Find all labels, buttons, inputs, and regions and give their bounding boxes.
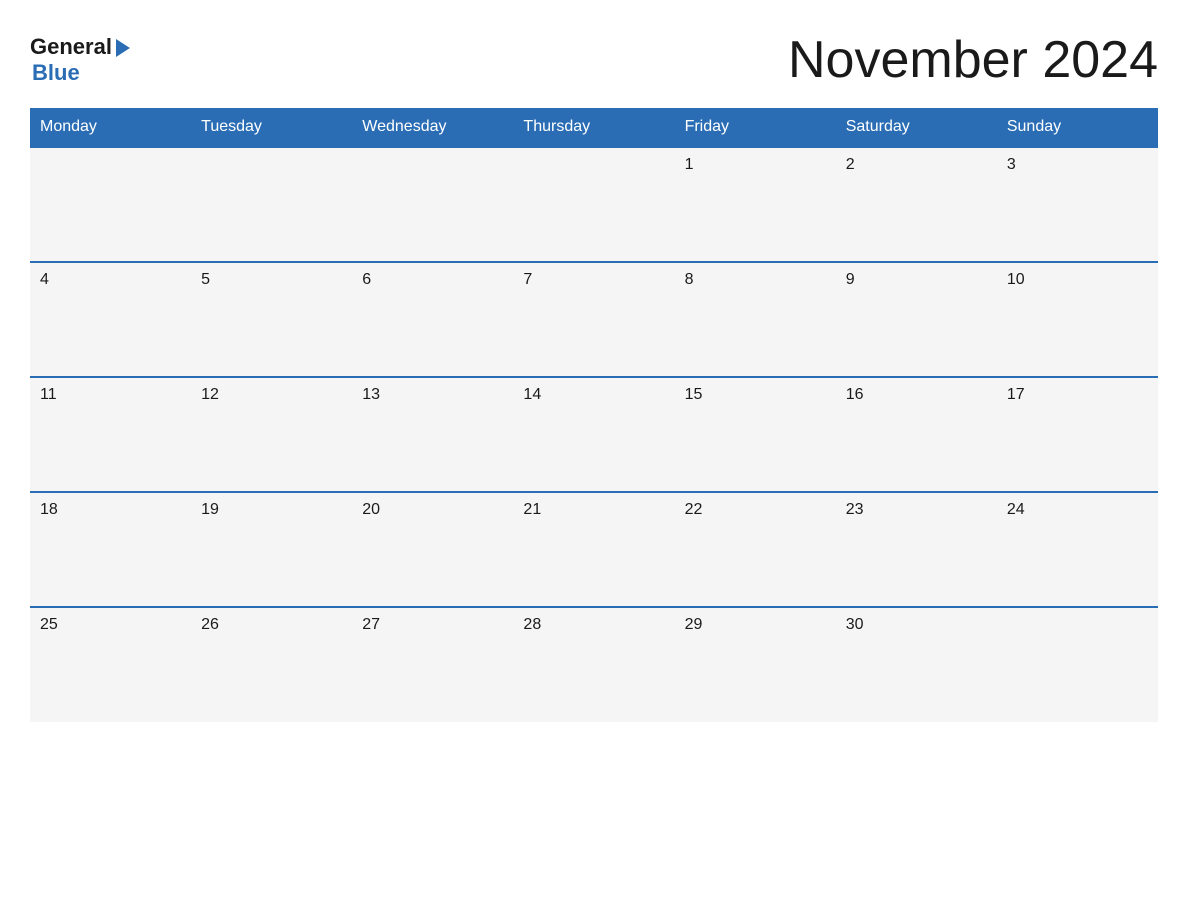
week-row-5: 25 26 27 28 29 30 — [30, 607, 1158, 722]
day-cell — [191, 147, 352, 262]
day-cell: 17 — [997, 377, 1158, 492]
day-number: 19 — [201, 501, 342, 519]
day-cell: 27 — [352, 607, 513, 722]
day-number: 11 — [40, 386, 181, 404]
logo-general-text: General — [30, 34, 112, 60]
day-cell: 3 — [997, 147, 1158, 262]
day-number: 7 — [523, 271, 664, 289]
day-cell: 11 — [30, 377, 191, 492]
day-cell: 4 — [30, 262, 191, 377]
day-cell: 15 — [675, 377, 836, 492]
day-number: 16 — [846, 386, 987, 404]
day-cell: 29 — [675, 607, 836, 722]
day-cell: 2 — [836, 147, 997, 262]
day-number: 26 — [201, 616, 342, 634]
day-number: 2 — [846, 156, 987, 174]
day-cell: 25 — [30, 607, 191, 722]
day-number: 15 — [685, 386, 826, 404]
day-cell: 18 — [30, 492, 191, 607]
day-number: 10 — [1007, 271, 1148, 289]
day-number: 24 — [1007, 501, 1148, 519]
day-cell: 28 — [513, 607, 674, 722]
day-cell — [352, 147, 513, 262]
day-cell: 20 — [352, 492, 513, 607]
day-number: 8 — [685, 271, 826, 289]
logo-triangle-icon — [116, 39, 130, 57]
day-cell: 13 — [352, 377, 513, 492]
day-cell: 8 — [675, 262, 836, 377]
day-cell — [513, 147, 674, 262]
day-number: 28 — [523, 616, 664, 634]
header-cell-tuesday: Tuesday — [191, 108, 352, 147]
day-number: 18 — [40, 501, 181, 519]
day-cell: 21 — [513, 492, 674, 607]
day-number: 3 — [1007, 156, 1148, 174]
logo: General Blue — [30, 34, 130, 86]
day-cell: 16 — [836, 377, 997, 492]
day-number: 21 — [523, 501, 664, 519]
day-cell: 9 — [836, 262, 997, 377]
calendar-table: MondayTuesdayWednesdayThursdayFridaySatu… — [30, 108, 1158, 722]
day-number: 29 — [685, 616, 826, 634]
week-row-3: 11 12 13 14 15 16 17 — [30, 377, 1158, 492]
day-cell: 14 — [513, 377, 674, 492]
calendar-header: MondayTuesdayWednesdayThursdayFridaySatu… — [30, 108, 1158, 147]
day-cell: 7 — [513, 262, 674, 377]
header-cell-wednesday: Wednesday — [352, 108, 513, 147]
header-cell-monday: Monday — [30, 108, 191, 147]
day-number: 6 — [362, 271, 503, 289]
day-cell: 1 — [675, 147, 836, 262]
day-number: 13 — [362, 386, 503, 404]
day-number: 30 — [846, 616, 987, 634]
header-cell-thursday: Thursday — [513, 108, 674, 147]
calendar-title: November 2024 — [788, 30, 1158, 90]
day-number: 23 — [846, 501, 987, 519]
header-row: MondayTuesdayWednesdayThursdayFridaySatu… — [30, 108, 1158, 147]
week-row-2: 4 5 6 7 8 9 10 — [30, 262, 1158, 377]
day-cell: 26 — [191, 607, 352, 722]
day-cell: 24 — [997, 492, 1158, 607]
day-number: 1 — [685, 156, 826, 174]
week-row-4: 18 19 20 21 22 23 24 — [30, 492, 1158, 607]
day-number: 9 — [846, 271, 987, 289]
week-row-1: 1 2 3 — [30, 147, 1158, 262]
day-cell: 22 — [675, 492, 836, 607]
header-cell-friday: Friday — [675, 108, 836, 147]
day-cell: 30 — [836, 607, 997, 722]
page-header: General Blue November 2024 — [30, 30, 1158, 90]
day-cell — [30, 147, 191, 262]
day-number: 5 — [201, 271, 342, 289]
header-cell-sunday: Sunday — [997, 108, 1158, 147]
day-cell: 10 — [997, 262, 1158, 377]
day-number: 4 — [40, 271, 181, 289]
day-cell: 6 — [352, 262, 513, 377]
day-cell: 19 — [191, 492, 352, 607]
day-cell — [997, 607, 1158, 722]
header-cell-saturday: Saturday — [836, 108, 997, 147]
day-cell: 5 — [191, 262, 352, 377]
day-number: 14 — [523, 386, 664, 404]
day-number: 27 — [362, 616, 503, 634]
calendar-body: 1234567891011121314151617181920212223242… — [30, 147, 1158, 722]
day-cell: 12 — [191, 377, 352, 492]
day-cell: 23 — [836, 492, 997, 607]
day-number: 12 — [201, 386, 342, 404]
day-number: 22 — [685, 501, 826, 519]
day-number: 20 — [362, 501, 503, 519]
logo-blue-text: Blue — [32, 60, 80, 86]
day-number: 25 — [40, 616, 181, 634]
day-number: 17 — [1007, 386, 1148, 404]
